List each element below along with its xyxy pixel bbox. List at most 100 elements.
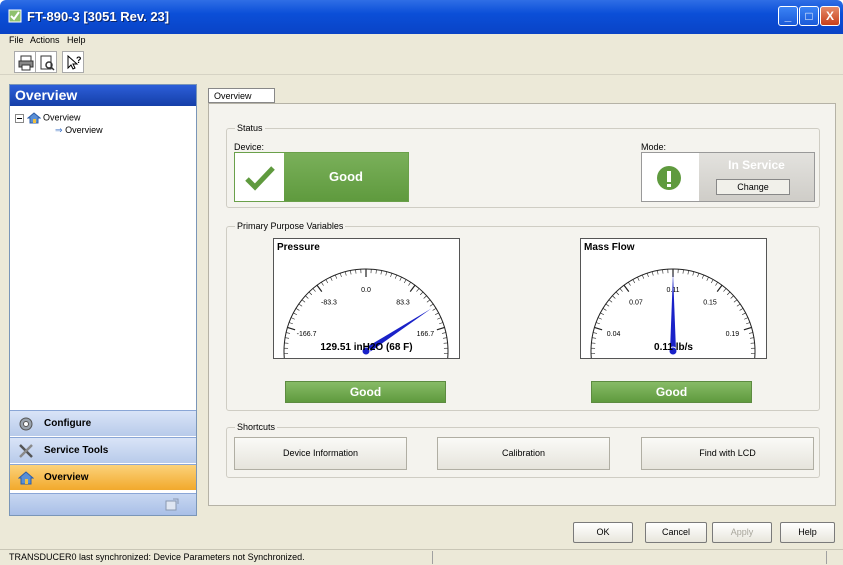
dial-tick-label: -166.7 bbox=[297, 331, 317, 338]
print-preview-button[interactable] bbox=[35, 51, 57, 73]
device-information-button[interactable]: Device Information bbox=[234, 437, 407, 470]
menu-actions[interactable]: Actions bbox=[30, 35, 60, 45]
help-button[interactable]: Help bbox=[780, 522, 835, 543]
collapse-icon[interactable] bbox=[15, 113, 24, 123]
massflow-status: Good bbox=[591, 381, 752, 403]
home-icon bbox=[26, 112, 41, 124]
menu-file[interactable]: File bbox=[9, 35, 24, 45]
tree-child-label: Overview bbox=[65, 125, 103, 135]
dial-tick bbox=[305, 295, 309, 299]
dial-tick-label: 0.07 bbox=[629, 299, 643, 306]
dial-tick bbox=[408, 282, 411, 286]
nav-service-tools-label: Service Tools bbox=[44, 445, 109, 456]
dial-tick bbox=[612, 295, 616, 299]
tab-overview[interactable]: Overview bbox=[208, 88, 275, 103]
dial-tick-label: 0.19 bbox=[726, 331, 740, 338]
status-separator bbox=[826, 551, 827, 564]
dial-tick bbox=[592, 337, 597, 339]
dial-tick bbox=[290, 317, 295, 320]
ok-button[interactable]: OK bbox=[573, 522, 633, 543]
dial-tick-label: -83.3 bbox=[321, 299, 337, 306]
pressure-readout: 129.51 inH2O (68 F) bbox=[320, 342, 413, 353]
dial-tick bbox=[316, 284, 323, 293]
dial-tick bbox=[744, 317, 749, 320]
dial-tick bbox=[285, 337, 290, 339]
dial-tick bbox=[429, 303, 434, 307]
dial-tick bbox=[426, 299, 431, 303]
change-button[interactable]: Change bbox=[716, 179, 790, 195]
dial-tick bbox=[736, 303, 741, 307]
dial-tick bbox=[312, 288, 316, 292]
print-button[interactable] bbox=[14, 51, 36, 73]
dial-tick bbox=[434, 312, 439, 316]
dial-tick bbox=[419, 291, 424, 296]
status-separator bbox=[432, 551, 433, 564]
dial-tick bbox=[619, 288, 623, 292]
dial-tick bbox=[637, 276, 640, 281]
tree-root-label: Overview bbox=[43, 112, 81, 123]
dial-tick bbox=[293, 312, 298, 316]
dial-tick-label: 0.0 bbox=[361, 287, 371, 294]
navigation-panel: Overview Overview ⇒ Overview Configure S… bbox=[9, 84, 197, 516]
menu-help[interactable]: Help bbox=[67, 35, 86, 45]
cancel-button[interactable]: Cancel bbox=[645, 522, 707, 543]
massflow-dial: 0.000.040.070.110.150.190.22 bbox=[590, 268, 756, 358]
dial-tick bbox=[385, 271, 388, 276]
print-icon bbox=[18, 55, 34, 71]
mode-panel: In Service Change bbox=[699, 153, 814, 201]
device-status-value: Good bbox=[284, 153, 408, 201]
nav-configure[interactable]: Configure bbox=[10, 410, 196, 436]
dial-tick bbox=[657, 270, 659, 275]
mode-value: In Service bbox=[728, 158, 785, 172]
pressure-status: Good bbox=[285, 381, 446, 403]
nav-footer bbox=[10, 493, 196, 515]
dial-tick bbox=[632, 279, 636, 284]
dial-tick bbox=[439, 322, 443, 325]
dial-tick bbox=[723, 288, 727, 292]
dial-tick bbox=[416, 288, 420, 292]
find-with-lcd-button[interactable]: Find with LCD bbox=[641, 437, 814, 470]
panel-header: Overview bbox=[10, 85, 196, 106]
dial-tick bbox=[739, 308, 744, 311]
dial-tick bbox=[682, 269, 684, 274]
device-label: Device: bbox=[234, 142, 265, 152]
maximize-button[interactable]: □ bbox=[799, 6, 819, 26]
nav-overview[interactable]: Overview bbox=[10, 464, 196, 490]
print-preview-icon bbox=[40, 55, 55, 71]
dial-tick bbox=[662, 269, 664, 274]
dial-tick bbox=[730, 295, 734, 299]
dial-tick bbox=[380, 270, 382, 275]
dial-tick bbox=[706, 276, 709, 281]
window-title: FT-890-3 [3051 Rev. 23] bbox=[27, 9, 170, 24]
dial-tick bbox=[399, 276, 402, 281]
dial-tick bbox=[308, 291, 313, 296]
dial-tick bbox=[289, 322, 293, 325]
minimize-button[interactable]: _ bbox=[778, 6, 798, 26]
splitter-handle[interactable] bbox=[86, 405, 116, 408]
dial-tick bbox=[593, 332, 598, 334]
nav-service-tools[interactable]: Service Tools bbox=[10, 437, 196, 463]
dial-tick bbox=[441, 332, 446, 334]
context-help-button[interactable]: ? bbox=[62, 51, 84, 73]
status-legend: Status bbox=[235, 123, 265, 133]
dial-tick bbox=[596, 322, 600, 325]
dial-tick bbox=[350, 270, 352, 275]
tools-icon bbox=[19, 444, 33, 458]
apply-button[interactable]: Apply bbox=[712, 522, 772, 543]
dial-tick bbox=[394, 274, 397, 279]
dial-tick bbox=[716, 284, 723, 293]
dial-tick bbox=[355, 269, 357, 274]
toolbar: ? bbox=[0, 48, 843, 75]
dial-tick bbox=[651, 271, 654, 276]
dial-tick bbox=[701, 274, 704, 279]
dial-tick bbox=[403, 279, 407, 284]
nav-overview-label: Overview bbox=[44, 472, 89, 483]
configure-buttons-icon[interactable] bbox=[165, 498, 179, 512]
close-button[interactable]: X bbox=[820, 6, 840, 26]
tree-root-overview[interactable]: Overview bbox=[15, 112, 81, 124]
tree-child-overview[interactable]: ⇒ Overview bbox=[55, 125, 103, 136]
shortcuts-legend: Shortcuts bbox=[235, 422, 278, 432]
dial-tick bbox=[615, 291, 620, 296]
dial-tick bbox=[733, 299, 738, 303]
calibration-button[interactable]: Calibration bbox=[437, 437, 610, 470]
